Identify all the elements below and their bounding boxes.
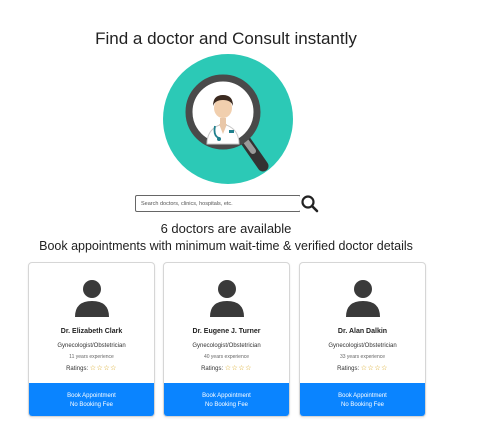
search-bar — [135, 195, 318, 212]
book-appointment-label: Book Appointment — [338, 393, 387, 399]
ratings-label: Ratings: — [66, 366, 89, 372]
doctor-card: Dr. Elizabeth Clark Gynecologist/Obstetr… — [28, 262, 155, 417]
ratings-label: Ratings: — [201, 366, 224, 372]
doctor-card: Dr. Eugene J. Turner Gynecologist/Obstet… — [163, 262, 290, 417]
doctor-count: 6 doctors are available — [160, 221, 292, 236]
booking-fee-label: No Booking Fee — [204, 402, 249, 408]
book-appointment-label: Book Appointment — [67, 393, 116, 399]
user-avatar-icon — [210, 280, 244, 317]
page-title: Find a doctor and Consult instantly — [95, 29, 357, 48]
doctor-magnifier-icon — [163, 54, 293, 184]
star-rating-icon: ☆☆☆☆ — [360, 365, 388, 372]
user-avatar-icon — [346, 280, 380, 317]
booking-fee-label: No Booking Fee — [69, 402, 114, 408]
results-subtitle: Book appointments with minimum wait-time… — [39, 239, 413, 253]
book-appointment-button[interactable]: Book Appointment No Booking Fee — [29, 383, 154, 416]
star-rating-icon: ☆☆☆☆ — [224, 365, 252, 372]
doctor-rating: Ratings: ☆☆☆☆ — [29, 364, 154, 372]
doctor-experience: 33 years experience — [339, 354, 386, 360]
doctor-name: Dr. Eugene J. Turner — [192, 328, 261, 335]
doctor-experience: 11 years experience — [69, 354, 114, 360]
ratings-label: Ratings: — [337, 366, 360, 372]
search-input[interactable] — [135, 195, 301, 212]
doctor-rating: Ratings: ☆☆☆☆ — [300, 364, 425, 372]
doctor-name: Dr. Elizabeth Clark — [60, 328, 123, 335]
booking-fee-label: No Booking Fee — [340, 402, 385, 408]
doctor-card: Dr. Alan Dalkin Gynecologist/Obstetricia… — [299, 262, 426, 417]
doctor-experience: 40 years experience — [203, 354, 250, 360]
doctor-rating: Ratings: ☆☆☆☆ — [164, 364, 289, 372]
search-button[interactable] — [300, 194, 319, 213]
user-avatar-icon — [75, 280, 109, 317]
search-icon — [301, 195, 319, 213]
book-appointment-label: Book Appointment — [202, 393, 251, 399]
doctor-specialty: Gynecologist/Obstetrician — [192, 343, 261, 349]
doctor-name: Dr. Alan Dalkin — [337, 328, 388, 335]
book-appointment-button[interactable]: Book Appointment No Booking Fee — [164, 383, 289, 416]
doctor-specialty: Gynecologist/Obstetrician — [57, 343, 126, 349]
book-appointment-button[interactable]: Book Appointment No Booking Fee — [300, 383, 425, 416]
star-rating-icon: ☆☆☆☆ — [89, 365, 117, 372]
doctor-specialty: Gynecologist/Obstetrician — [328, 343, 397, 349]
